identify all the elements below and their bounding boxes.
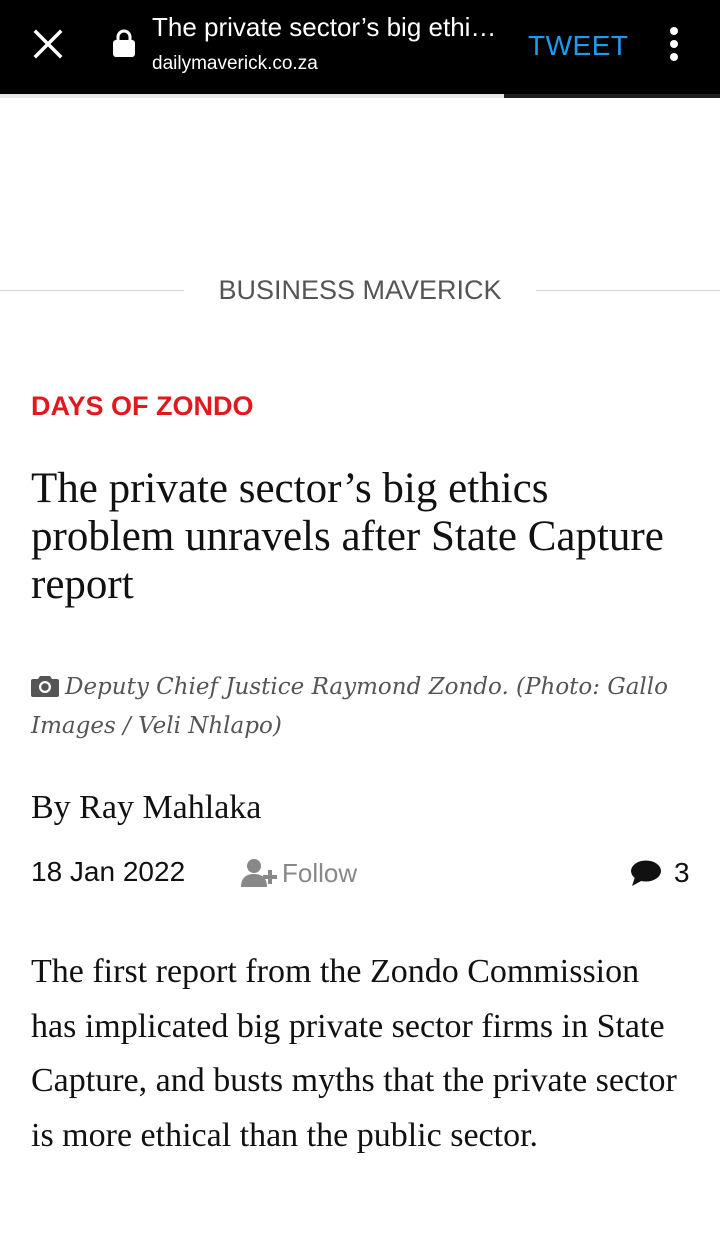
tweet-button[interactable]: TWEET xyxy=(520,26,637,66)
section-header: BUSINESS MAVERICK xyxy=(0,270,720,310)
follow-author-button[interactable]: Follow xyxy=(241,855,357,891)
article-date: 18 Jan 2022 xyxy=(31,856,186,887)
article-lede: The first report from the Zondo Commissi… xyxy=(31,953,677,1154)
page-title: The private sector’s big ethi… xyxy=(152,12,497,42)
more-vert-icon xyxy=(670,27,678,61)
close-button[interactable] xyxy=(26,22,70,66)
follow-label: Follow xyxy=(282,857,358,888)
comments-button[interactable]: 3 xyxy=(630,855,690,891)
article-byline: By Ray Mahlaka xyxy=(31,789,262,826)
camera-icon xyxy=(31,676,59,697)
section-divider-right xyxy=(536,290,720,291)
close-icon xyxy=(33,29,63,59)
comment-icon xyxy=(631,860,661,886)
photo-caption-text: Deputy Chief Justice Raymond Zondo. (Pho… xyxy=(31,674,668,739)
page-load-progress-bar xyxy=(0,94,720,98)
section-divider-left xyxy=(0,290,184,291)
comment-count: 3 xyxy=(674,857,690,888)
page-load-progress-fill xyxy=(0,94,504,98)
browser-top-bar: The private sector’s big ethi… dailymave… xyxy=(0,0,720,94)
article-kicker[interactable]: DAYS OF ZONDO xyxy=(31,390,254,422)
user-plus-icon xyxy=(241,859,277,887)
article-headline: The private sector’s big ethics problem … xyxy=(31,465,664,608)
photo-caption: Deputy Chief Justice Raymond Zondo. (Pho… xyxy=(31,668,691,746)
more-options-button[interactable] xyxy=(652,22,696,66)
section-link[interactable]: BUSINESS MAVERICK xyxy=(184,274,536,306)
page-domain: dailymaverick.co.za xyxy=(152,53,318,74)
lock-icon xyxy=(113,29,135,57)
